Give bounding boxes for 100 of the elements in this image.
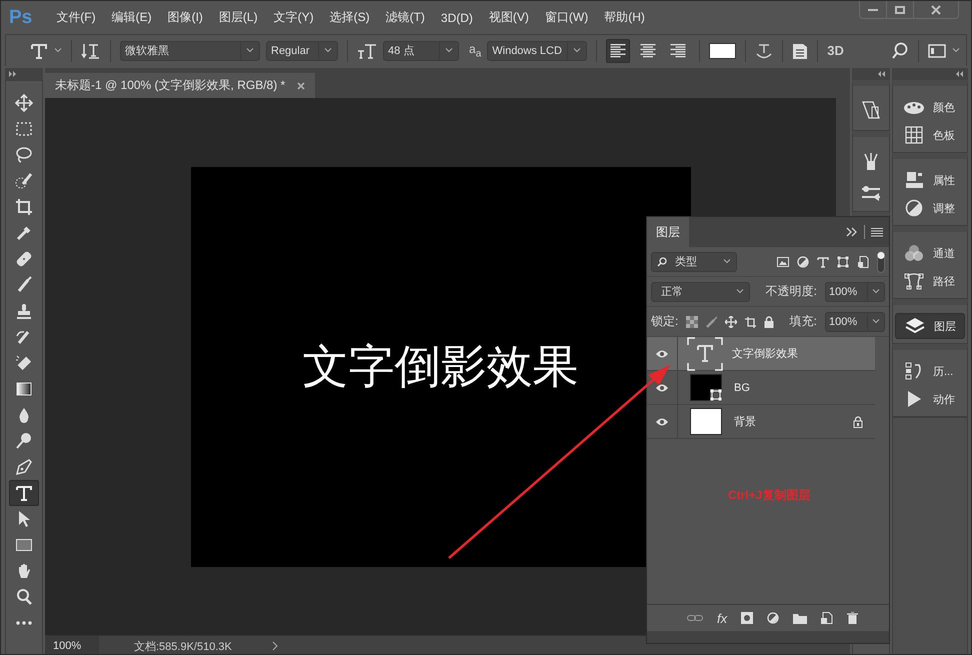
canvas-text: 文字倒影效果 [302, 338, 578, 394]
mask-icon[interactable] [741, 612, 754, 624]
caret-icon[interactable] [54, 48, 62, 53]
grid-icon [903, 126, 925, 144]
layer-name: BG [734, 382, 750, 394]
move-icon[interactable] [725, 316, 737, 328]
crop-icon [15, 198, 33, 216]
caret-icon [246, 48, 254, 53]
layers-icon [904, 317, 926, 335]
layer-row[interactable]: 文字倒影效果 [647, 337, 875, 371]
zoom-icon [15, 588, 33, 606]
type-tool-button[interactable] [9, 480, 39, 506]
layer-style-button[interactable]: fx [717, 610, 728, 626]
brushes-icon[interactable] [862, 151, 880, 171]
fill-field[interactable]: 100% [824, 312, 885, 332]
overlapping-circles-icon [903, 244, 925, 262]
half-circle-icon[interactable] [797, 256, 809, 268]
font-size-dropdown[interactable]: 48 点 [383, 40, 459, 60]
brush-selection-icon [15, 172, 33, 190]
align-left-button[interactable] [606, 38, 630, 62]
blend-mode-dropdown[interactable]: 正常 [651, 282, 750, 302]
gradient-icon [15, 380, 33, 398]
menu-item[interactable]: 图像(I) [160, 9, 211, 26]
opacity-label: 不透明度: [766, 283, 817, 300]
smart-object-filter-icon[interactable] [857, 256, 869, 268]
actions-panel-button[interactable]: 动作 [895, 386, 965, 412]
adjustments-panel-button[interactable]: 调整 [895, 195, 965, 221]
layer-name: 背景 [734, 414, 756, 429]
glyph-panel-icon[interactable] [861, 100, 881, 120]
menu-icon[interactable] [871, 227, 883, 237]
channels-panel-button[interactable]: 通道 [895, 240, 965, 266]
type-filter-icon[interactable] [817, 256, 829, 268]
paths-panel-button[interactable]: 路径 [895, 268, 965, 294]
caret-icon [736, 289, 744, 294]
opacity-field[interactable]: 100% [825, 282, 885, 302]
type-icon [15, 484, 33, 502]
chevron-right-icon[interactable] [272, 641, 278, 651]
align-left-icon [610, 44, 626, 58]
expand-icon[interactable] [9, 71, 17, 77]
swatches-panel-button[interactable]: 色板 [895, 122, 965, 148]
image-filter-icon[interactable] [777, 256, 789, 268]
layers-panel-button[interactable]: 图层 [895, 313, 965, 339]
checkerboard-icon[interactable] [686, 316, 698, 328]
filter-toggle-icon[interactable] [877, 250, 885, 272]
panel-toggle-icon[interactable] [792, 42, 808, 60]
warp-text-icon[interactable] [755, 42, 774, 60]
folder-icon[interactable] [793, 612, 808, 624]
text-color-swatch[interactable] [709, 42, 736, 58]
annotation-text: Ctrl+J复制图层 [728, 487, 810, 504]
lock-icon[interactable] [764, 316, 774, 328]
shape-badge-icon [710, 389, 722, 401]
font-style-dropdown[interactable]: Regular [266, 40, 338, 60]
brush-icon[interactable] [706, 316, 718, 328]
layer-row[interactable]: 背景 [647, 405, 875, 439]
menu-item[interactable]: 视图(V) [480, 9, 537, 26]
menu-item[interactable]: 滤镜(T) [378, 9, 433, 26]
color-panel-button[interactable]: 颜色 [895, 94, 965, 120]
font-family-dropdown[interactable]: 微软雅黑 [120, 40, 260, 60]
menu-item[interactable]: 图层(L) [210, 9, 266, 26]
align-center-icon [640, 44, 656, 58]
double-chevron-icon[interactable] [846, 227, 858, 237]
eye-icon[interactable] [655, 416, 669, 426]
layers-tab[interactable]: 图层 [647, 217, 689, 247]
menu-item[interactable]: 3D(D) [432, 10, 481, 24]
antialias-dropdown[interactable]: Windows LCD [487, 40, 588, 60]
eye-icon[interactable] [655, 382, 669, 392]
zoom-level[interactable]: 100% [45, 636, 99, 654]
properties-icon [903, 171, 925, 189]
shape-filter-icon[interactable] [837, 256, 849, 268]
dashed-rectangle-icon [15, 120, 33, 138]
menu-item[interactable]: 编辑(E) [104, 9, 160, 26]
trash-icon[interactable] [847, 612, 858, 624]
menu-item[interactable]: 文件(F) [48, 9, 104, 26]
menu-item[interactable]: 文字(Y) [266, 9, 322, 26]
ellipsis-icon [16, 621, 32, 625]
type-tool-icon[interactable] [30, 42, 48, 60]
artboard-icon[interactable] [744, 316, 756, 328]
document-tab[interactable]: 未标题-1 @ 100% (文字倒影效果, RGB/8) * [45, 73, 316, 98]
eye-icon[interactable] [655, 348, 669, 358]
menu-item[interactable]: 帮助(H) [596, 9, 653, 26]
brush-settings-icon[interactable] [861, 185, 881, 201]
close-icon[interactable] [297, 82, 306, 90]
workspace-icon[interactable] [928, 44, 946, 58]
caret-icon [872, 319, 880, 324]
rectangle-icon [15, 536, 33, 554]
eraser-icon [15, 354, 33, 372]
link-icon[interactable] [687, 613, 703, 623]
3d-button[interactable]: 3D [827, 43, 844, 58]
menu-item[interactable]: 选择(S) [322, 9, 378, 26]
layer-filter-dropdown[interactable]: 类型 [651, 252, 737, 272]
text-orientation-icon[interactable] [81, 42, 101, 60]
properties-panel-button[interactable]: 属性 [895, 167, 965, 193]
half-circle-icon[interactable] [767, 612, 780, 624]
collapse-icon[interactable] [878, 71, 886, 77]
caret-icon[interactable] [952, 48, 960, 53]
search-icon[interactable] [891, 42, 909, 60]
collapse-icon[interactable] [956, 71, 964, 77]
menu-item[interactable]: 窗口(W) [536, 9, 596, 26]
history-panel-button[interactable]: 历... [895, 358, 965, 384]
new-layer-icon[interactable] [821, 612, 834, 624]
